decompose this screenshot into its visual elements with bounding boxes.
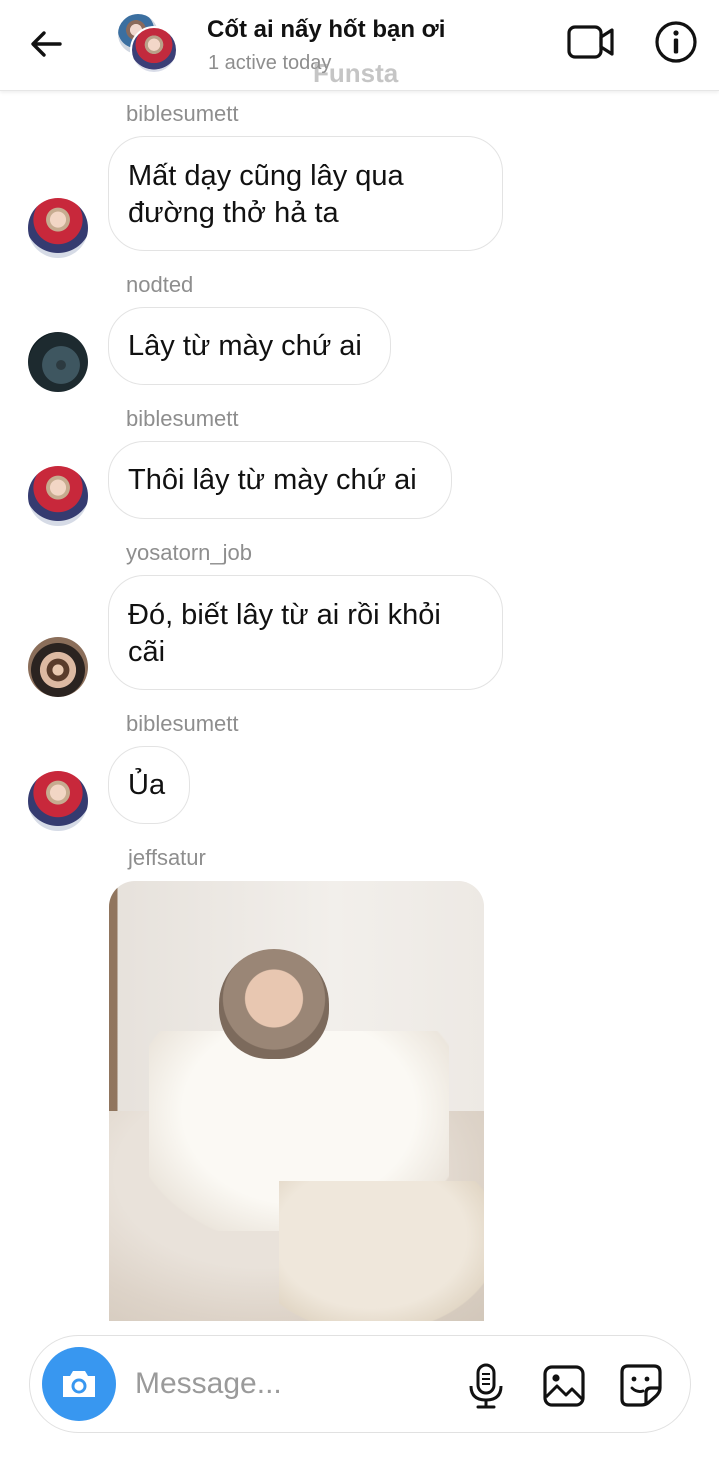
message-bubble[interactable]: Mất dạy cũng lây qua đường thở hả ta — [108, 136, 503, 251]
info-button[interactable] — [654, 20, 698, 64]
sender-avatar[interactable] — [28, 771, 88, 831]
camera-button[interactable] — [42, 1347, 116, 1421]
photo-person-head — [219, 949, 329, 1059]
message-bubble[interactable]: Thôi lây từ mày chứ ai — [108, 441, 452, 519]
message-bubble[interactable]: Ủa — [108, 746, 190, 824]
sender-name: biblesumett — [126, 711, 239, 736]
chat-header: Cốt ai nấy hốt bạn ơi 1 active today Fun… — [0, 0, 719, 91]
image-icon — [543, 1365, 585, 1407]
sender-name: biblesumett — [126, 406, 239, 431]
photo-message[interactable] — [109, 881, 484, 1321]
member-avatar — [130, 26, 178, 74]
video-camera-icon — [567, 25, 614, 59]
sender-name: nodted — [126, 272, 194, 297]
sender-avatar[interactable] — [28, 332, 88, 392]
sender-name: biblesumett — [126, 101, 239, 126]
sender-avatar[interactable] — [28, 637, 88, 697]
watermark: Funsta — [313, 58, 399, 88]
arrow-left-icon — [31, 31, 62, 57]
sender-avatar[interactable] — [28, 466, 88, 526]
sticker-icon — [620, 1364, 662, 1407]
sender-avatar[interactable] — [28, 198, 88, 258]
camera-icon — [63, 1371, 95, 1397]
video-call-button[interactable] — [566, 22, 616, 62]
back-button[interactable] — [26, 24, 66, 64]
message-bubble[interactable]: Lây từ mày chứ ai — [108, 307, 391, 385]
gallery-button[interactable] — [542, 1364, 586, 1408]
message-input[interactable] — [135, 1360, 455, 1408]
sticker-button[interactable] — [618, 1362, 664, 1408]
microphone-icon — [469, 1363, 503, 1409]
sender-name: yosatorn_job — [126, 540, 252, 565]
info-icon — [655, 21, 697, 63]
sender-name: jeffsatur — [128, 845, 206, 870]
photo-person-legs — [279, 1181, 484, 1321]
group-avatar[interactable] — [116, 12, 178, 74]
chat-title[interactable]: Cốt ai nấy hốt bạn ơi — [207, 16, 445, 44]
message-bubble[interactable]: Đó, biết lây từ ai rồi khỏi cãi — [108, 575, 503, 690]
voice-message-button[interactable] — [466, 1362, 506, 1410]
message-composer — [29, 1335, 691, 1433]
